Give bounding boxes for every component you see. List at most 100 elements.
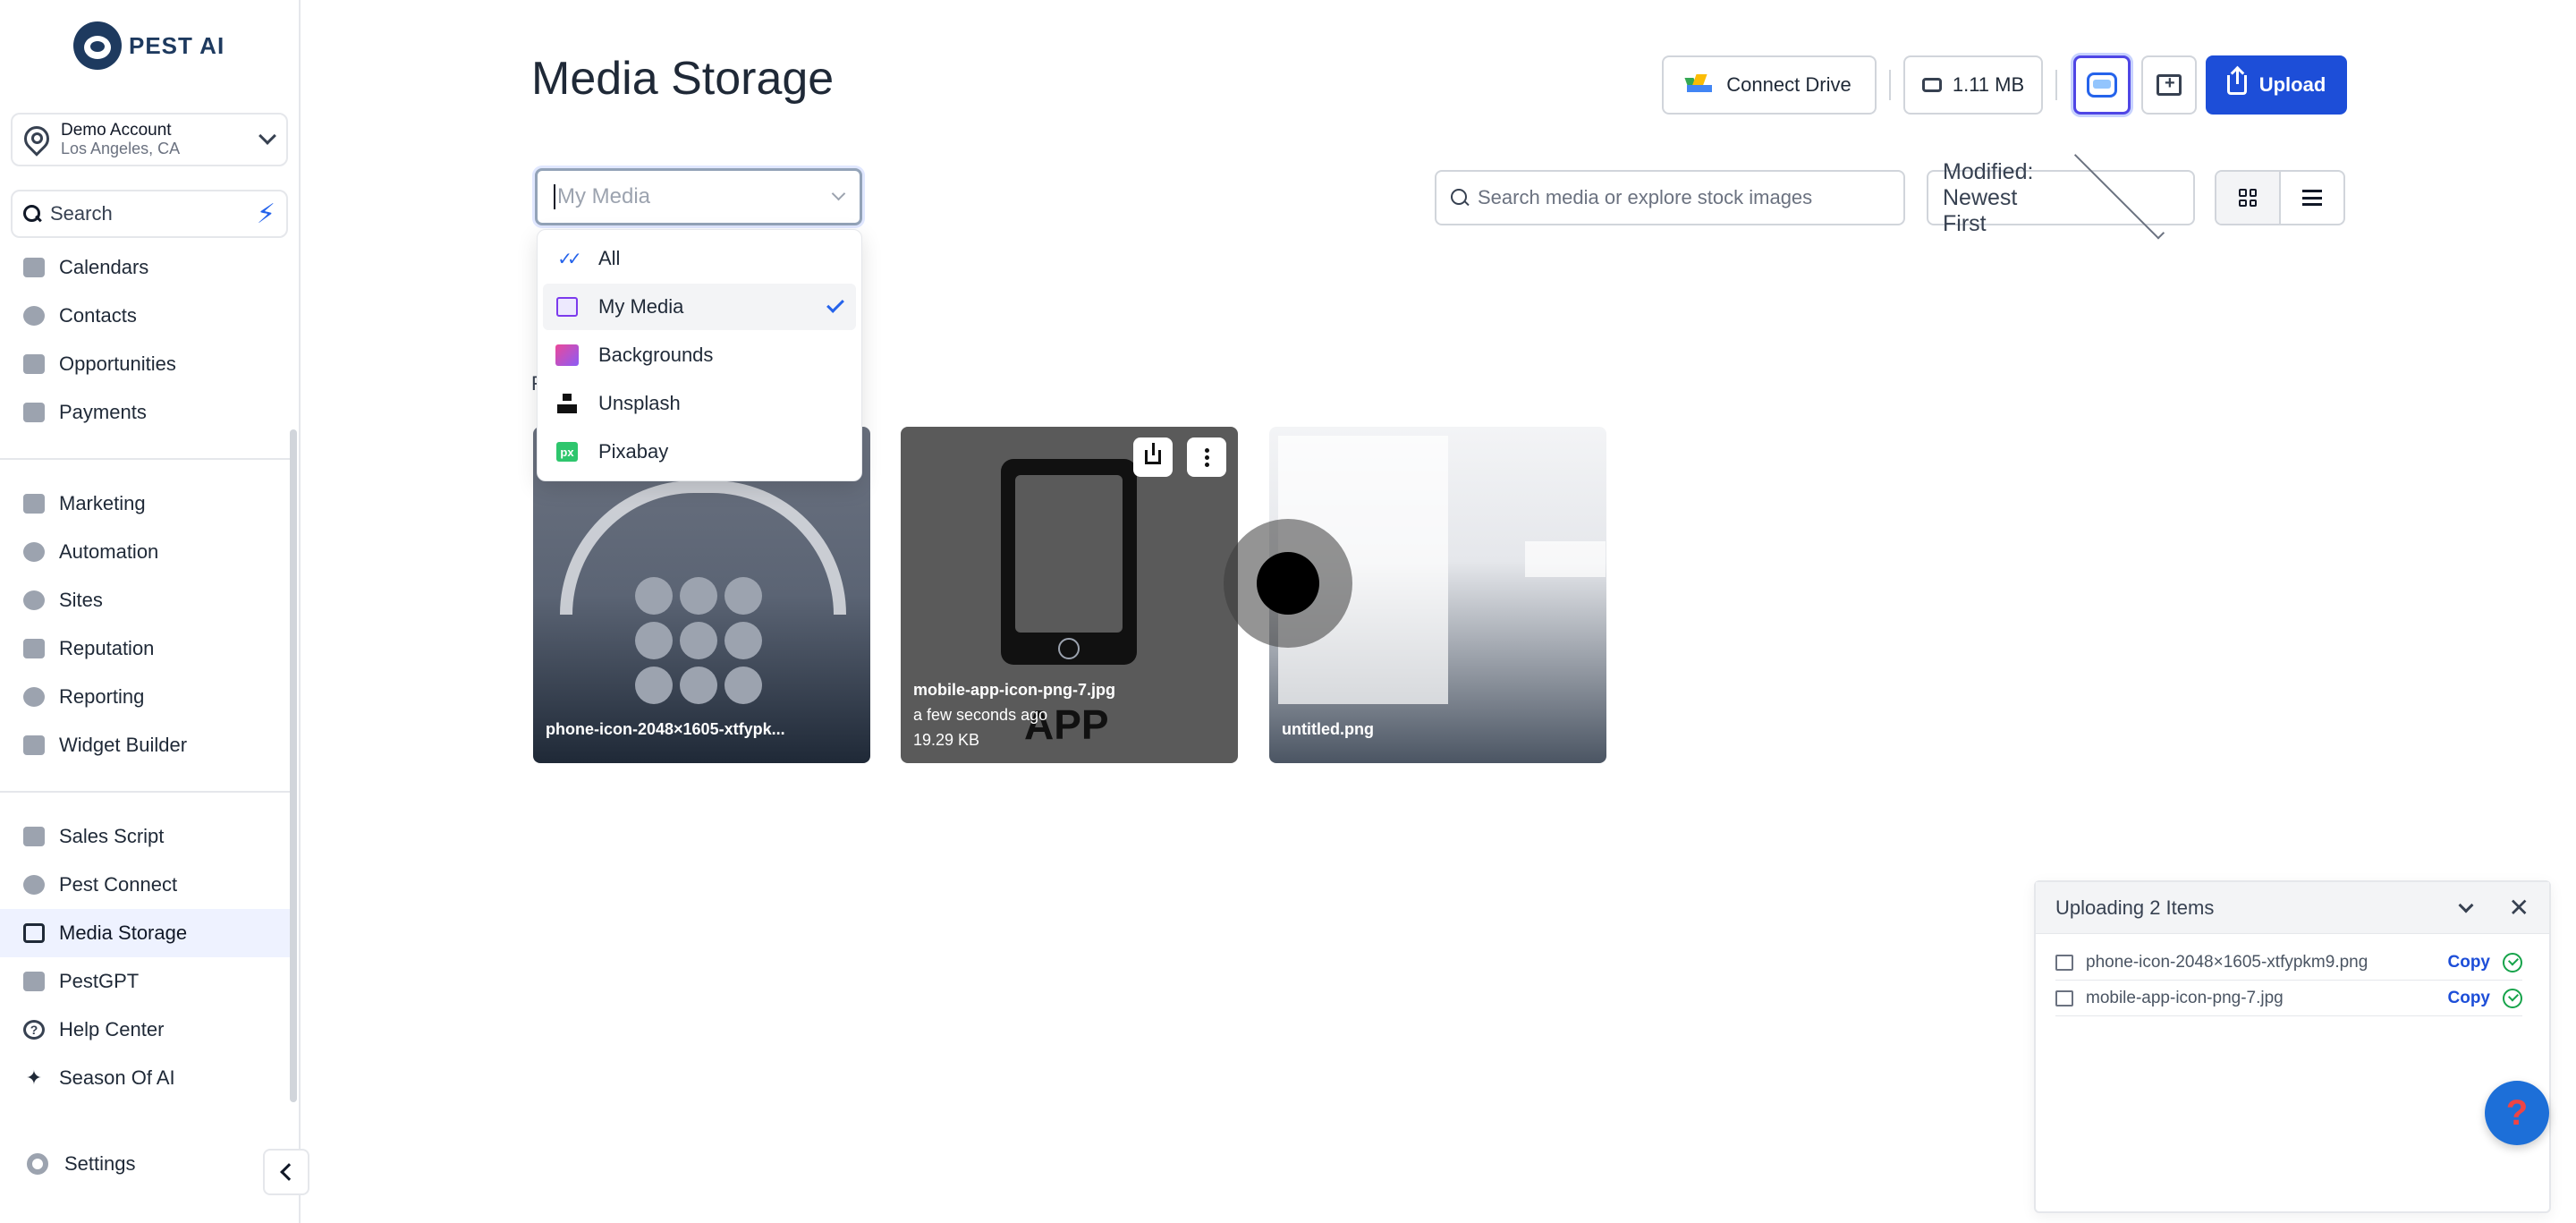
sidebar-scrollbar[interactable] (290, 429, 297, 1102)
location-pin-icon (21, 124, 48, 155)
chevron-down-icon (258, 127, 276, 145)
sidebar-item-sales-script[interactable]: Sales Script (0, 812, 292, 861)
menu-item-label: All (598, 247, 621, 269)
grid-icon (2239, 189, 2257, 207)
search-icon (1451, 189, 1469, 207)
google-drive-icon (1684, 74, 1713, 96)
nav-group-tools: Marketing Automation Sites Reputation Re… (0, 480, 292, 769)
ai-bot-icon (2087, 72, 2117, 98)
image-file-icon (2055, 954, 2073, 971)
menu-item-all[interactable]: ✓✓ All (543, 235, 856, 282)
chevron-left-icon (280, 1163, 298, 1181)
upload-progress-panel: Uploading 2 Items ✕ phone-icon-2048×1605… (2034, 880, 2551, 1213)
storage-usage-button[interactable]: 1.11 MB (1903, 55, 2043, 115)
copy-link-button[interactable]: Copy (2448, 989, 2491, 1008)
media-source-select[interactable]: My Media (535, 168, 862, 225)
sidebar-item-calendars[interactable]: Calendars (0, 243, 292, 292)
sidebar-item-sites[interactable]: Sites (0, 576, 292, 624)
connect-drive-label: Connect Drive (1726, 73, 1852, 96)
search-icon (23, 205, 41, 223)
sidebar-item-pestgpt[interactable]: PestGPT (0, 957, 292, 1006)
media-card[interactable]: APP mobile-app-icon-png-7.jpg a few seco… (901, 427, 1238, 763)
sidebar-item-media-storage[interactable]: Media Storage (0, 909, 292, 957)
menu-item-unsplash[interactable]: Unsplash (543, 380, 856, 427)
sidebar-item-label: Reporting (59, 685, 145, 708)
upload-item-name: mobile-app-icon-png-7.jpg (2086, 988, 2284, 1007)
sort-select[interactable]: Modified: Newest First (1927, 149, 2195, 240)
help-chat-button[interactable]: ? (2485, 1081, 2549, 1145)
media-search-input[interactable] (1478, 186, 1889, 209)
sidebar-item-label: Calendars (59, 256, 149, 278)
list-view-button[interactable] (2281, 172, 2343, 224)
upload-button[interactable]: Upload (2206, 55, 2347, 115)
sidebar-item-pest-connect[interactable]: Pest Connect (0, 861, 292, 909)
double-check-icon: ✓✓ (557, 249, 582, 269)
new-folder-button[interactable] (2141, 55, 2197, 115)
gradient-icon (555, 344, 579, 366)
sidebar-item-settings[interactable]: Settings (27, 1152, 136, 1176)
sidebar-item-label: Widget Builder (59, 734, 188, 756)
sidebar-item-automation[interactable]: Automation (0, 528, 292, 576)
sidebar-divider (0, 791, 292, 793)
page-title: Media Storage (531, 53, 835, 105)
grid-view-button[interactable] (2216, 172, 2281, 224)
media-filename: mobile-app-icon-png-7.jpg (913, 681, 1115, 699)
pie-icon (23, 687, 45, 707)
nav-group-main: Calendars Contacts Opportunities Payment… (0, 243, 292, 437)
media-filesize: 19.29 KB (913, 731, 980, 749)
media-timestamp: a few seconds ago (913, 706, 1048, 724)
sidebar-item-opportunities[interactable]: Opportunities (0, 340, 292, 388)
sidebar-item-label: Opportunities (59, 352, 176, 375)
menu-item-backgrounds[interactable]: Backgrounds (543, 332, 856, 378)
more-options-button[interactable] (1187, 437, 1226, 477)
success-check-icon (2503, 952, 2522, 972)
chevron-down-icon (831, 186, 846, 200)
toolbar-divider (1889, 70, 1891, 100)
unsplash-icon (557, 394, 577, 413)
sidebar-item-marketing[interactable]: Marketing (0, 480, 292, 528)
chevron-down-icon[interactable] (2458, 897, 2474, 913)
copy-link-button[interactable]: Copy (2448, 953, 2491, 972)
list-icon (2302, 190, 2322, 206)
sidebar-search-label: Search (50, 202, 113, 225)
bug-logo-icon (73, 21, 122, 70)
sidebar-item-reputation[interactable]: Reputation (0, 624, 292, 673)
kebab-menu-icon (1204, 447, 1209, 467)
image-icon (23, 923, 45, 943)
sidebar-item-payments[interactable]: Payments (0, 388, 292, 437)
ai-assistant-button[interactable] (2073, 55, 2131, 115)
person-icon (23, 306, 45, 326)
sidebar-search[interactable]: Search ⚡ (11, 190, 288, 238)
menu-item-pixabay[interactable]: px Pixabay (543, 429, 856, 475)
sidebar-item-label: Season Of AI (59, 1066, 175, 1089)
collapse-sidebar-button[interactable] (263, 1149, 309, 1195)
sidebar-item-help-center[interactable]: ? Help Center (0, 1006, 292, 1054)
close-icon[interactable]: ✕ (2509, 893, 2529, 922)
sidebar-item-contacts[interactable]: Contacts (0, 292, 292, 340)
sidebar-item-reporting[interactable]: Reporting (0, 673, 292, 721)
media-filename: phone-icon-2048×1605-xtfypk... (546, 720, 785, 738)
connect-icon (23, 875, 45, 895)
account-name: Demo Account (61, 120, 172, 140)
sparkle-icon: ✦ (25, 1066, 43, 1089)
upload-icon (2226, 68, 2247, 95)
upload-panel-header: Uploading 2 Items ✕ (2036, 882, 2549, 934)
question-mark-icon: ? (2505, 1092, 2529, 1133)
pixabay-icon: px (556, 442, 578, 462)
brand-logo[interactable]: PEST AI (73, 21, 225, 70)
screenshot-thumbnail (1525, 541, 1606, 577)
download-button[interactable] (1133, 437, 1173, 477)
sidebar-item-widget-builder[interactable]: Widget Builder (0, 721, 292, 769)
cursor-indicator-dot (1257, 552, 1319, 615)
menu-item-label: Pixabay (598, 440, 669, 463)
media-filename: untitled.png (1282, 720, 1374, 738)
menu-item-my-media[interactable]: My Media (543, 284, 856, 330)
account-switcher[interactable]: Demo Account Los Angeles, CA (11, 113, 288, 166)
sidebar-item-season-of-ai[interactable]: ✦ Season Of AI (0, 1054, 292, 1102)
upload-item: phone-icon-2048×1605-xtfypkm9.png Copy (2055, 945, 2522, 981)
quick-action-icon[interactable]: ⚡ (257, 199, 275, 230)
folder-plus-icon (2157, 73, 2182, 96)
connect-drive-button[interactable]: Connect Drive (1662, 55, 1877, 115)
media-search[interactable] (1435, 170, 1905, 225)
sidebar-item-label: Help Center (59, 1018, 165, 1040)
